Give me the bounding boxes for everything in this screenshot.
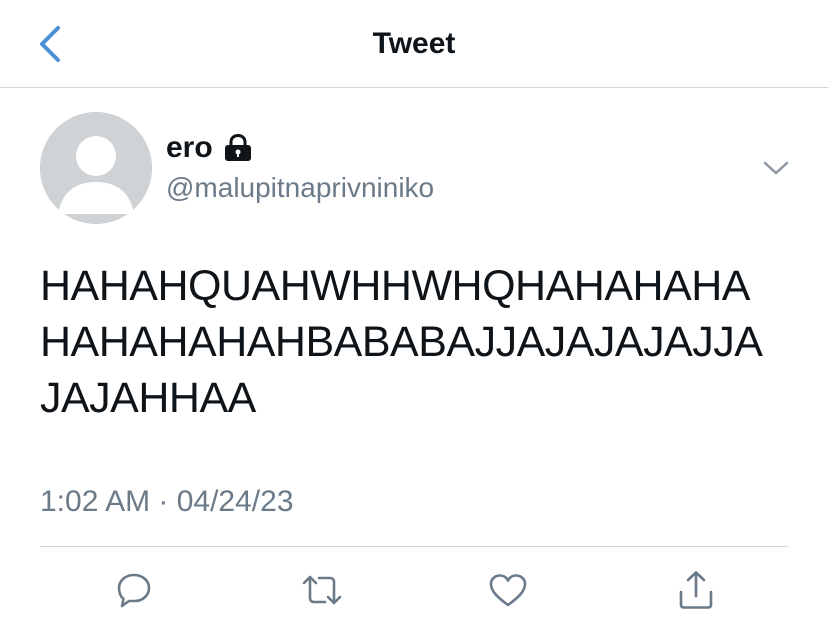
tweet-text-line: HAHAHQUAHWHHWHQHAHAHAHA (40, 262, 750, 310)
avatar[interactable] (40, 112, 152, 224)
more-options-button[interactable] (756, 148, 796, 188)
share-button[interactable] (674, 568, 718, 612)
comment-icon (117, 573, 151, 608)
page-title: Tweet (372, 27, 456, 60)
tweet-text: HAHAHQUAHWHHWHQHAHAHAHA HAHAHAHAHBABABAJ… (40, 258, 800, 426)
retweet-icon (302, 575, 342, 605)
chevron-down-icon (763, 161, 789, 175)
tweet-timestamp: 1:02 AM · 04/24/23 (40, 485, 294, 518)
tweet-text-line: HAHAHAHAHBABABAJJAJAJAJAJJA (40, 318, 763, 366)
reply-button[interactable] (112, 568, 156, 612)
tweet-text-line: JAJAHHAA (40, 374, 256, 422)
divider (40, 546, 788, 547)
top-navigation-bar: Tweet (0, 0, 828, 88)
like-button[interactable] (486, 568, 530, 612)
lock-icon (223, 134, 253, 162)
heart-icon (489, 574, 527, 607)
author-handle[interactable]: @malupitnaprivniniko (166, 168, 434, 208)
default-avatar-icon (40, 112, 152, 224)
author-name-row: ero (166, 128, 253, 168)
retweet-button[interactable] (300, 568, 344, 612)
author-display-name[interactable]: ero (166, 131, 213, 165)
share-icon (679, 571, 713, 609)
